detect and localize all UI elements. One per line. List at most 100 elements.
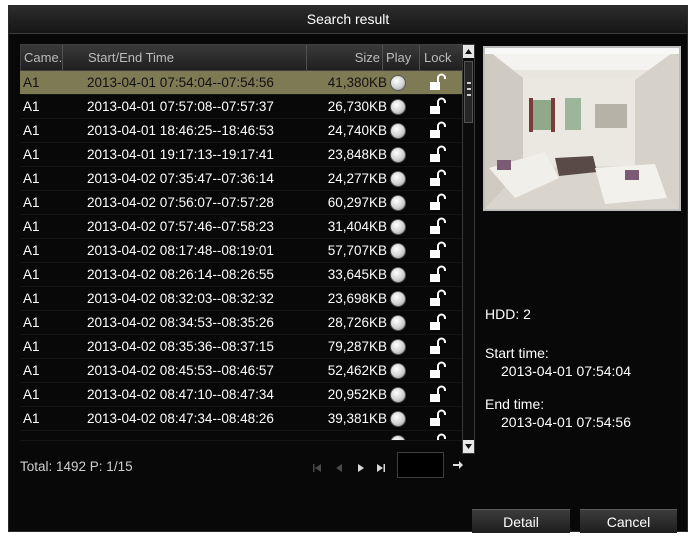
row-size: 57,707KB xyxy=(327,243,387,258)
unlocked-padlock-icon[interactable] xyxy=(427,121,451,145)
row-camera: A1 xyxy=(23,75,40,90)
row-camera: A1 xyxy=(23,291,40,306)
table-row[interactable]: A1 2013-04-01 19:17:13--19:17:41 23,848K… xyxy=(20,143,470,167)
row-time: 2013-04-02 08:35:36--08:37:15 xyxy=(87,339,274,354)
play-circle-icon[interactable] xyxy=(390,435,410,440)
end-time-value: 2013-04-01 07:54:56 xyxy=(501,414,631,430)
results-table: Came... Start/End Time Size Play Lock A1… xyxy=(20,44,470,454)
column-header-size[interactable]: Size xyxy=(307,45,383,70)
table-header: Came... Start/End Time Size Play Lock xyxy=(20,44,470,71)
table-row-partial[interactable] xyxy=(20,431,470,441)
column-header-time[interactable]: Start/End Time xyxy=(63,45,307,70)
row-camera: A1 xyxy=(23,363,40,378)
unlocked-padlock-icon[interactable] xyxy=(427,337,451,361)
row-time: 2013-04-02 07:57:46--07:58:23 xyxy=(87,219,274,234)
go-arrow-icon[interactable] xyxy=(447,454,469,476)
page-number-input[interactable] xyxy=(397,452,444,478)
row-camera: A1 xyxy=(23,123,40,138)
table-row[interactable]: A1 2013-04-02 08:47:34--08:48:26 39,381K… xyxy=(20,407,470,431)
grip-line xyxy=(467,82,471,84)
row-time: 2013-04-02 08:34:53--08:35:26 xyxy=(87,315,274,330)
dialog-title: Search result xyxy=(9,6,687,34)
table-row[interactable]: A1 2013-04-02 08:32:03--08:32:32 23,698K… xyxy=(20,287,470,311)
row-size: 20,952KB xyxy=(327,387,387,402)
row-size xyxy=(305,431,387,440)
unlocked-padlock-icon[interactable] xyxy=(427,193,451,217)
last-page-icon[interactable] xyxy=(373,458,389,478)
unlocked-padlock-icon[interactable] xyxy=(427,433,451,440)
row-time: 2013-04-02 08:45:53--08:46:57 xyxy=(87,363,274,378)
table-scrollbar[interactable] xyxy=(462,44,475,454)
column-header-lock[interactable]: Lock xyxy=(420,45,460,70)
table-row[interactable]: A1 2013-04-02 07:35:47--07:36:14 24,277K… xyxy=(20,167,470,191)
row-camera xyxy=(23,431,63,440)
table-row[interactable]: A1 2013-04-01 07:54:04--07:54:56 41,380K… xyxy=(20,71,470,95)
video-preview xyxy=(483,46,681,211)
cancel-button[interactable]: Cancel xyxy=(580,509,677,533)
row-size: 23,848KB xyxy=(327,147,387,162)
unlocked-padlock-icon[interactable] xyxy=(427,217,451,241)
row-size: 60,297KB xyxy=(327,195,387,210)
row-camera: A1 xyxy=(23,171,40,186)
table-row[interactable]: A1 2013-04-02 08:26:14--08:26:55 33,645K… xyxy=(20,263,470,287)
table-row[interactable]: A1 2013-04-02 08:17:48--08:19:01 57,707K… xyxy=(20,239,470,263)
row-camera: A1 xyxy=(23,315,40,330)
end-time-block: End time: 2013-04-01 07:54:56 xyxy=(485,395,631,431)
row-time: 2013-04-02 08:47:10--08:47:34 xyxy=(87,387,274,402)
row-camera: A1 xyxy=(23,387,40,402)
row-camera: A1 xyxy=(23,243,40,258)
previous-page-icon[interactable] xyxy=(331,458,347,478)
row-size: 31,404KB xyxy=(327,219,387,234)
unlocked-padlock-icon[interactable] xyxy=(427,361,451,385)
unlocked-padlock-icon[interactable] xyxy=(427,313,451,337)
chevron-up-icon xyxy=(465,49,472,54)
scroll-up-button[interactable] xyxy=(463,45,474,58)
table-row[interactable]: A1 2013-04-01 18:46:25--18:46:53 24,740K… xyxy=(20,119,470,143)
column-header-play[interactable]: Play xyxy=(383,45,420,70)
unlocked-padlock-icon[interactable] xyxy=(427,169,451,193)
row-time: 2013-04-02 08:17:48--08:19:01 xyxy=(87,243,274,258)
table-row[interactable]: A1 2013-04-01 07:57:08--07:57:37 26,730K… xyxy=(20,95,470,119)
row-time: 2013-04-02 08:26:14--08:26:55 xyxy=(87,267,274,282)
row-camera: A1 xyxy=(23,99,40,114)
total-page-info: Total: 1492 P: 1/15 xyxy=(20,459,133,474)
row-size: 23,698KB xyxy=(327,291,387,306)
scroll-thumb[interactable] xyxy=(464,61,473,123)
table-row[interactable]: A1 2013-04-02 07:56:07--07:57:28 60,297K… xyxy=(20,191,470,215)
row-time: 2013-04-02 08:47:34--08:48:26 xyxy=(87,411,274,426)
next-page-icon[interactable] xyxy=(353,458,369,478)
start-time-value: 2013-04-01 07:54:04 xyxy=(501,363,631,379)
row-size: 24,277KB xyxy=(327,171,387,186)
unlocked-padlock-icon[interactable] xyxy=(427,385,451,409)
row-time: 2013-04-01 19:17:13--19:17:41 xyxy=(87,147,274,162)
column-header-camera[interactable]: Came... xyxy=(21,45,63,70)
row-time: 2013-04-01 07:54:04--07:54:56 xyxy=(87,75,274,90)
table-row[interactable]: A1 2013-04-02 08:34:53--08:35:26 28,726K… xyxy=(20,311,470,335)
scroll-down-button[interactable] xyxy=(463,440,474,453)
row-time: 2013-04-02 08:32:03--08:32:32 xyxy=(87,291,274,306)
unlocked-padlock-icon[interactable] xyxy=(427,409,451,433)
row-time xyxy=(87,431,307,440)
unlocked-padlock-icon[interactable] xyxy=(427,241,451,265)
row-size: 33,645KB xyxy=(327,267,387,282)
unlocked-padlock-icon[interactable] xyxy=(427,289,451,313)
row-time: 2013-04-01 18:46:25--18:46:53 xyxy=(87,123,274,138)
grip-line xyxy=(467,88,471,90)
hdd-info: HDD: 2 xyxy=(485,306,531,322)
row-time: 2013-04-01 07:57:08--07:57:37 xyxy=(87,99,274,114)
row-time: 2013-04-02 07:56:07--07:57:28 xyxy=(87,195,274,210)
table-row[interactable]: A1 2013-04-02 08:35:36--08:37:15 79,287K… xyxy=(20,335,470,359)
table-row[interactable]: A1 2013-04-02 08:45:53--08:46:57 52,462K… xyxy=(20,359,470,383)
table-row[interactable]: A1 2013-04-02 08:47:10--08:47:34 20,952K… xyxy=(20,383,470,407)
row-size: 24,740KB xyxy=(327,123,387,138)
unlocked-padlock-icon[interactable] xyxy=(427,73,451,97)
unlocked-padlock-icon[interactable] xyxy=(427,145,451,169)
start-time-block: Start time: 2013-04-01 07:54:04 xyxy=(485,344,631,380)
grip-line xyxy=(467,94,471,96)
detail-button[interactable]: Detail xyxy=(472,509,570,533)
end-time-label: End time: xyxy=(485,396,545,412)
unlocked-padlock-icon[interactable] xyxy=(427,265,451,289)
unlocked-padlock-icon[interactable] xyxy=(427,97,451,121)
table-row[interactable]: A1 2013-04-02 07:57:46--07:58:23 31,404K… xyxy=(20,215,470,239)
first-page-icon[interactable] xyxy=(309,458,325,478)
